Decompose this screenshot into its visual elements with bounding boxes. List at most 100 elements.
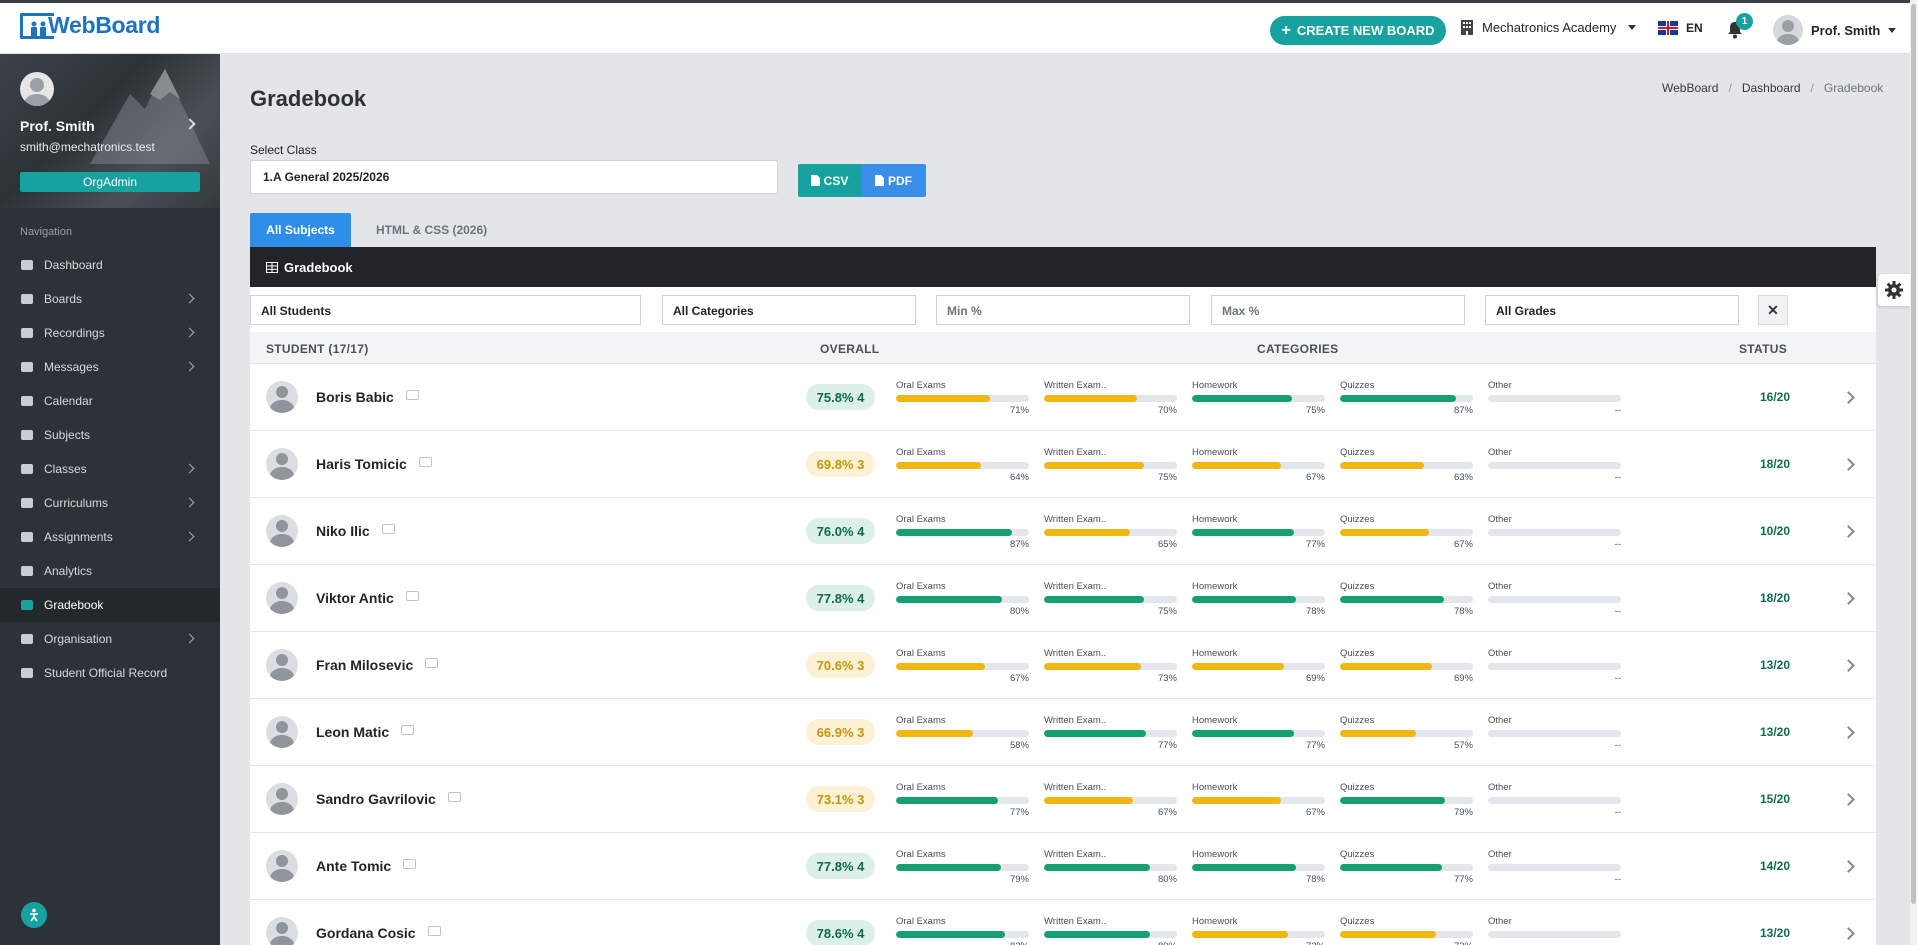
category-label: Homework xyxy=(1192,648,1238,659)
sidebar-item-student-official-record[interactable]: Student Official Record xyxy=(0,656,220,690)
profile-name[interactable]: Prof. Smith xyxy=(20,118,95,134)
category-percent: 73% xyxy=(1157,673,1177,684)
chevron-right-icon[interactable] xyxy=(1842,458,1855,471)
id-card-icon[interactable] xyxy=(428,926,441,936)
table-row[interactable]: Haris Tomicic 69.8% 3 Oral Exams 64% Written… xyxy=(250,431,1876,498)
breadcrumb-dashboard[interactable]: Dashboard xyxy=(1742,81,1801,95)
student-name[interactable]: Leon Matic xyxy=(316,724,389,740)
sidebar-item-gradebook[interactable]: Gradebook xyxy=(0,588,220,622)
chevron-right-icon[interactable] xyxy=(1842,927,1855,940)
table-row[interactable]: Fran Milosevic 70.6% 3 Oral Exams 67% Writte… xyxy=(250,632,1876,699)
sidebar-item-analytics[interactable]: Analytics xyxy=(0,554,220,588)
student-filter[interactable]: All Students xyxy=(250,295,641,325)
chevron-right-icon[interactable] xyxy=(1842,659,1855,672)
student-name[interactable]: Boris Babic xyxy=(316,389,394,405)
pdf-label: PDF xyxy=(888,173,912,188)
page-scrollbar[interactable] xyxy=(1910,0,1917,945)
create-new-board-button[interactable]: + CREATE NEW BOARD xyxy=(1270,16,1446,45)
chevron-right-icon[interactable] xyxy=(1842,525,1855,538)
category-percent: -- xyxy=(1614,807,1621,818)
grade-filter[interactable]: All Grades xyxy=(1485,295,1739,325)
max-percent-input[interactable]: Max % xyxy=(1211,295,1465,325)
profile-email: smith@mechatronics.test xyxy=(20,140,155,154)
category-percent: 87% xyxy=(1453,405,1473,416)
progress-track xyxy=(1192,864,1325,871)
category-progress: Written Exam.. 70% xyxy=(1044,380,1177,416)
avatar xyxy=(266,515,298,547)
student-name[interactable]: Fran Milosevic xyxy=(316,657,413,673)
video-icon xyxy=(20,326,34,340)
scrollbar-thumb[interactable] xyxy=(1911,4,1916,904)
id-card-icon[interactable] xyxy=(403,859,416,869)
table-row[interactable]: Boris Babic 75.8% 4 Oral Exams 71% Written E… xyxy=(250,364,1876,431)
progress-fill xyxy=(896,931,1006,938)
chevron-right-icon[interactable] xyxy=(1842,391,1855,404)
page-title: Gradebook xyxy=(250,86,367,111)
accessibility-button[interactable] xyxy=(21,902,47,928)
class-select[interactable]: 1.A General 2025/2026 xyxy=(250,160,778,194)
progress-track xyxy=(896,663,1029,670)
settings-toggle[interactable] xyxy=(1878,274,1910,306)
student-name[interactable]: Sandro Gavrilovic xyxy=(316,791,436,807)
header-student[interactable]: STUDENT (17/17) xyxy=(266,342,369,356)
table-row[interactable]: Sandro Gavrilovic 73.1% 3 Oral Exams 77% Wri… xyxy=(250,766,1876,833)
student-name[interactable]: Niko Ilic xyxy=(316,523,370,539)
chevron-right-icon xyxy=(184,497,195,508)
category-progress: Homework 78% xyxy=(1192,581,1325,617)
avatar[interactable] xyxy=(20,72,54,106)
id-card-icon[interactable] xyxy=(448,792,461,802)
breadcrumb-webboard[interactable]: WebBoard xyxy=(1662,81,1718,95)
table-row[interactable]: Leon Matic 66.9% 3 Oral Exams 58% Written Ex… xyxy=(250,699,1876,766)
language-selector[interactable]: EN xyxy=(1658,21,1703,35)
sidebar-item-assignments[interactable]: Assignments xyxy=(0,520,220,554)
category-progress: Other -- xyxy=(1488,849,1621,885)
sidebar-item-messages[interactable]: Messages xyxy=(0,350,220,384)
sidebar-item-classes[interactable]: Classes xyxy=(0,452,220,486)
organisation-selector[interactable]: Mechatronics Academy xyxy=(1460,20,1637,35)
id-card-icon[interactable] xyxy=(419,457,432,467)
progress-fill xyxy=(896,395,991,402)
tab-html-css[interactable]: HTML & CSS (2026) xyxy=(366,213,497,247)
progress-fill xyxy=(1044,663,1142,670)
tab-all-subjects[interactable]: All Subjects xyxy=(250,213,351,247)
sidebar-item-dashboard[interactable]: Dashboard xyxy=(0,248,220,282)
table-row[interactable]: Viktor Antic 77.8% 4 Oral Exams 80% Written … xyxy=(250,565,1876,632)
student-name[interactable]: Viktor Antic xyxy=(316,590,394,606)
sidebar-item-boards[interactable]: Boards xyxy=(0,282,220,316)
chevron-right-icon[interactable] xyxy=(1842,860,1855,873)
sidebar-item-curriculums[interactable]: Curriculums xyxy=(0,486,220,520)
category-label: Homework xyxy=(1192,447,1238,458)
student-name[interactable]: Ante Tomic xyxy=(316,858,391,874)
sidebar-item-organisation[interactable]: Organisation xyxy=(0,622,220,656)
id-card-icon[interactable] xyxy=(406,591,419,601)
category-filter[interactable]: All Categories xyxy=(662,295,916,325)
export-pdf-button[interactable]: PDF xyxy=(861,164,926,197)
chevron-right-icon[interactable] xyxy=(1842,793,1855,806)
chevron-right-icon[interactable] xyxy=(1842,592,1855,605)
progress-fill xyxy=(1340,529,1430,536)
sidebar-item-recordings[interactable]: Recordings xyxy=(0,316,220,350)
id-card-icon[interactable] xyxy=(406,390,419,400)
export-csv-button[interactable]: CSV xyxy=(798,164,861,197)
table-row[interactable]: Gordana Cosic 78.6% 4 Oral Exams 82% Written… xyxy=(250,900,1876,945)
sidebar-item-calendar[interactable]: Calendar xyxy=(0,384,220,418)
table-row[interactable]: Ante Tomic 77.8% 4 Oral Exams 79% Written Ex… xyxy=(250,833,1876,900)
category-progress: Written Exam.. 77% xyxy=(1044,715,1177,751)
header-status[interactable]: STATUS xyxy=(1739,342,1787,356)
id-card-icon[interactable] xyxy=(401,725,414,735)
progress-track xyxy=(896,596,1029,603)
min-percent-input[interactable]: Min % xyxy=(936,295,1190,325)
header-overall[interactable]: OVERALL xyxy=(820,342,879,356)
category-percent: 67% xyxy=(1157,807,1177,818)
app-logo[interactable]: WebBoard xyxy=(20,12,160,39)
id-card-icon[interactable] xyxy=(425,658,438,668)
student-name[interactable]: Haris Tomicic xyxy=(316,456,407,472)
id-card-icon[interactable] xyxy=(382,524,395,534)
user-menu[interactable]: Prof. Smith xyxy=(1773,15,1897,45)
student-name[interactable]: Gordana Cosic xyxy=(316,925,416,941)
category-progress: Quizzes 69% xyxy=(1340,648,1473,684)
chevron-right-icon[interactable] xyxy=(1842,726,1855,739)
table-row[interactable]: Niko Ilic 76.0% 4 Oral Exams 87% Written Exa… xyxy=(250,498,1876,565)
clear-filters-button[interactable]: ✕ xyxy=(1758,295,1788,325)
sidebar-item-subjects[interactable]: Subjects xyxy=(0,418,220,452)
